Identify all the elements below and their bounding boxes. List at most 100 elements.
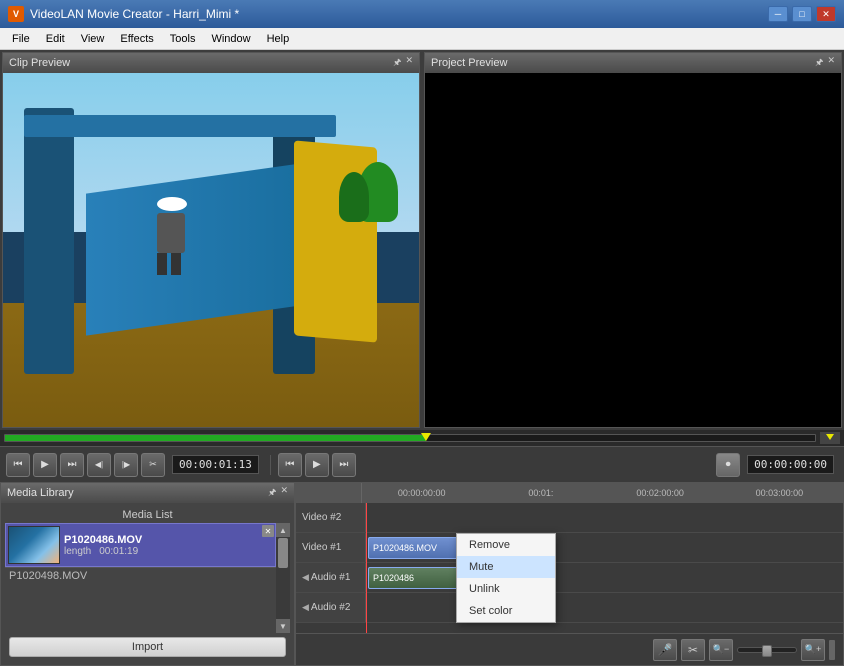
media-item-2[interactable]: P1020498.MOV xyxy=(5,567,276,584)
project-time-display: 00:00:00:00 xyxy=(747,455,834,474)
menu-window[interactable]: Window xyxy=(203,31,258,47)
ruler-mark-1: 00:01: xyxy=(481,488,600,498)
ruler-mark-0: 00:00:00:00 xyxy=(362,488,481,498)
media-library-pin[interactable]: 🖈 xyxy=(268,485,276,501)
context-menu-remove[interactable]: Remove xyxy=(457,534,555,556)
media-duration-1: length 00:01:19 xyxy=(64,546,269,557)
progress-track[interactable] xyxy=(4,434,816,442)
track-content-video-1[interactable]: P1020486.MOV Remove Mute Unlink Set colo… xyxy=(366,533,843,562)
track-content-video-2[interactable] xyxy=(366,503,843,532)
track-content-audio-1[interactable]: P1020486 xyxy=(366,563,843,592)
progress-bar-area xyxy=(0,430,844,446)
play-button[interactable]: ▶ xyxy=(33,453,57,477)
menu-tools[interactable]: Tools xyxy=(162,31,204,47)
scissors-button[interactable]: ✂ xyxy=(681,639,705,661)
clip-time-display: 00:00:01:13 xyxy=(172,455,259,474)
title-bar: V VideoLAN Movie Creator - Harri_Mimi * … xyxy=(0,0,844,28)
frame-forward-button[interactable]: |▶ xyxy=(114,453,138,477)
timeline-ruler: 00:00:00:00 00:01: 00:02:00:00 00:03:00:… xyxy=(296,483,843,503)
bottom-area: Media Library 🖈 ✕ Media List xyxy=(0,482,844,666)
media-filename-1: P1020486.MOV xyxy=(64,534,269,546)
ruler-marks: 00:00:00:00 00:01: 00:02:00:00 00:03:00:… xyxy=(362,488,839,498)
menu-edit[interactable]: Edit xyxy=(38,31,73,47)
maximize-button[interactable]: □ xyxy=(792,6,812,22)
record-button[interactable]: ⏺ xyxy=(716,453,740,477)
context-menu-unlink[interactable]: Unlink xyxy=(457,578,555,600)
project-preview-pin[interactable]: 🖈 xyxy=(815,55,823,71)
media-library-title: Media Library xyxy=(7,487,74,499)
track-label-video-1: Video #1 xyxy=(296,533,366,562)
clip-preview-pin[interactable]: 🖈 xyxy=(393,55,401,71)
menu-help[interactable]: Help xyxy=(259,31,298,47)
track-label-audio-2: ◀ Audio #2 xyxy=(296,593,366,622)
media-library-header: Media Library 🖈 ✕ xyxy=(1,483,294,503)
clip-preview-header: Clip Preview 🖈 ✕ xyxy=(3,53,419,73)
context-menu-mute[interactable]: Mute xyxy=(457,556,555,578)
context-menu: Remove Mute Unlink Set color xyxy=(456,533,556,623)
zoom-thumb xyxy=(762,645,772,657)
preview-area: Clip Preview 🖈 ✕ xyxy=(0,50,844,430)
proj-skip-forward-button[interactable]: ⏭ xyxy=(332,453,356,477)
scroll-down-button[interactable]: ▼ xyxy=(276,619,290,633)
playhead xyxy=(366,503,367,633)
media-remove-1[interactable]: ✕ xyxy=(262,525,274,537)
track-audio-2: ◀ Audio #2 xyxy=(296,593,843,623)
media-library-content: Media List P1020486.MOV length 00:01 xyxy=(1,503,294,665)
media-library: Media Library 🖈 ✕ Media List xyxy=(0,482,295,666)
bottom-toolbar: 🎤 ✂ 🔍− 🔍+ xyxy=(296,633,843,665)
transport-area: ⏮ ▶ ⏭ ◀| |▶ ✂ 00:00:01:13 ⏮ ▶ ⏭ ⏺ 00:00:… xyxy=(0,446,844,482)
media-list-label: Media List xyxy=(5,507,290,523)
title-bar-controls: ─ □ ✕ xyxy=(768,6,836,22)
track-video-2: Video #2 xyxy=(296,503,843,533)
media-library-scrollbar[interactable]: ▲ ▼ xyxy=(276,523,290,633)
zoom-slider[interactable] xyxy=(737,647,797,653)
context-menu-setcolor[interactable]: Set color xyxy=(457,600,555,622)
menu-view[interactable]: View xyxy=(73,31,113,47)
window-title: VideoLAN Movie Creator - Harri_Mimi * xyxy=(30,7,768,21)
project-preview-video xyxy=(425,73,841,427)
skip-forward-button[interactable]: ⏭ xyxy=(60,453,84,477)
clip-preview-title: Clip Preview xyxy=(9,57,70,69)
zoom-in-button[interactable]: 🔍+ xyxy=(801,639,825,661)
proj-skip-back-button[interactable]: ⏮ xyxy=(278,453,302,477)
app-icon: V xyxy=(8,6,24,22)
timeline-tracks: Video #2 Video #1 P1020486.MOV xyxy=(296,503,843,633)
scroll-up-button[interactable]: ▲ xyxy=(276,523,290,537)
menu-file[interactable]: File xyxy=(4,31,38,47)
track-label-video-2: Video #2 xyxy=(296,503,366,532)
close-button[interactable]: ✕ xyxy=(816,6,836,22)
resize-handle[interactable] xyxy=(829,640,835,660)
track-audio-1: ◀ Audio #1 P1020486 xyxy=(296,563,843,593)
clip-preview-video xyxy=(3,73,419,427)
clip-preview-panel: Clip Preview 🖈 ✕ xyxy=(2,52,420,428)
menu-effects[interactable]: Effects xyxy=(112,31,161,47)
track-content-audio-2[interactable] xyxy=(366,593,843,622)
track-video-1: Video #1 P1020486.MOV Remove Mute Unlink… xyxy=(296,533,843,563)
media-info-1: P1020486.MOV length 00:01:19 xyxy=(60,532,273,559)
project-preview-close[interactable]: ✕ xyxy=(827,55,835,71)
track-arrow-audio-1: ◀ xyxy=(302,572,309,583)
project-preview-title: Project Preview xyxy=(431,57,507,69)
progress-fill xyxy=(5,435,426,441)
proj-play-button[interactable]: ▶ xyxy=(305,453,329,477)
menu-bar: File Edit View Effects Tools Window Help xyxy=(0,28,844,50)
skip-back-button[interactable]: ⏮ xyxy=(6,453,30,477)
track-arrow-audio-2: ◀ xyxy=(302,602,309,613)
frame-back-button[interactable]: ◀| xyxy=(87,453,111,477)
transport-separator xyxy=(270,455,271,475)
scroll-track[interactable] xyxy=(276,537,290,619)
ruler-mark-2: 00:02:00:00 xyxy=(601,488,720,498)
mic-button[interactable]: 🎤 xyxy=(653,639,677,661)
main-area: Clip Preview 🖈 ✕ xyxy=(0,50,844,666)
zoom-out-button[interactable]: 🔍− xyxy=(709,639,733,661)
media-library-close[interactable]: ✕ xyxy=(280,485,288,501)
clip-preview-close[interactable]: ✕ xyxy=(405,55,413,71)
import-button[interactable]: Import xyxy=(9,637,286,657)
media-thumb-1 xyxy=(8,526,60,564)
minimize-button[interactable]: ─ xyxy=(768,6,788,22)
ruler-mark-3: 00:03:00:00 xyxy=(720,488,839,498)
track-label-audio-1: ◀ Audio #1 xyxy=(296,563,366,592)
cut-button[interactable]: ✂ xyxy=(141,453,165,477)
project-preview-header: Project Preview 🖈 ✕ xyxy=(425,53,841,73)
media-item-1[interactable]: P1020486.MOV length 00:01:19 ✕ xyxy=(5,523,276,567)
